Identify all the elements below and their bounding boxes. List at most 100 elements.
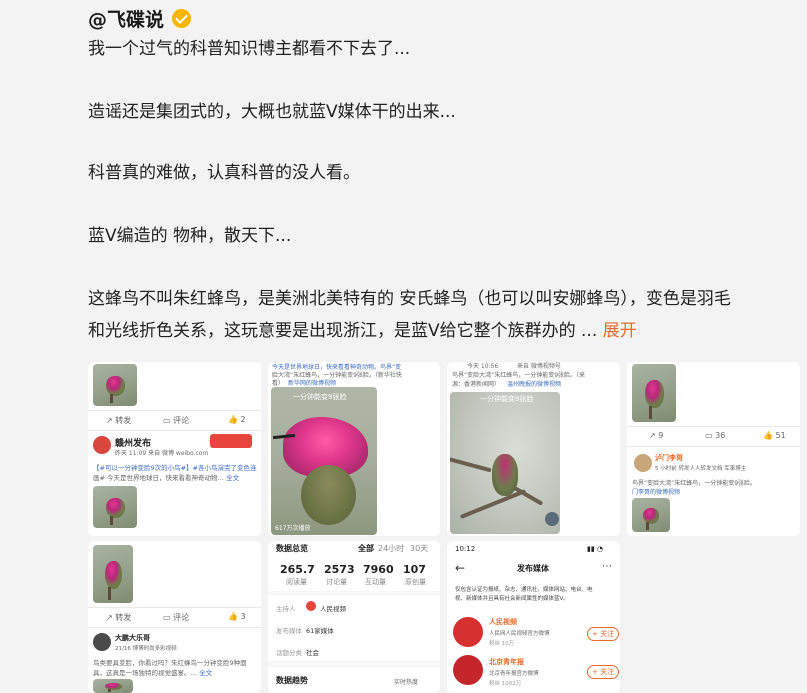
host-value[interactable]: 人民视频	[320, 603, 346, 613]
trend-right[interactable]: 实时热度	[394, 677, 418, 686]
tab-24h[interactable]: 24小时	[378, 543, 404, 554]
media-desc: 北京青年报官方微博	[489, 671, 539, 677]
status-icons: ▮▮ ◔	[587, 545, 604, 553]
category-label: 话题分类	[276, 649, 302, 657]
photo-overlay-text: 一分钟能变9张脸	[480, 395, 534, 403]
repost-count[interactable]: ↗ 9	[649, 431, 663, 440]
like-count[interactable]: 👍 51	[763, 431, 786, 440]
banner-image	[210, 434, 252, 448]
image-thumb-1[interactable]: ↗ 转发 ▭ 评论 👍 2 赣州发布 昨天 11:09 来自 微博 weibo.…	[88, 362, 261, 536]
post-meta: 21/16 博博时尚多彩视频	[115, 646, 177, 652]
comment-count[interactable]: ▭ 36	[705, 431, 725, 440]
author-name[interactable]: @飞碟说	[88, 5, 164, 32]
body-line: 和光线折色关系，这玩意要是出现浙江，是蓝V给它整个族群办的 ...	[88, 321, 598, 341]
back-arrow-icon[interactable]: ←	[455, 561, 465, 575]
body-line: 这蜂鸟不叫朱红蜂鸟，是美洲北美特有的 安氏蜂鸟（也可以叫安娜蜂鸟），变色是羽毛	[88, 289, 731, 309]
media-desc: 人民网人民视频官方微博	[489, 631, 550, 637]
hummingbird-photo[interactable]: 一分钟能变9张脸 617万次播放	[271, 387, 377, 535]
like-action[interactable]: 👍 3	[228, 612, 246, 621]
hummingbird-image	[93, 486, 137, 528]
post-headline: 鸟界“变脸大湾”朱红蜂鸟，一分钟能变9张脸。（来	[452, 372, 586, 379]
stat-label: 讨论量	[326, 578, 347, 586]
follow-button[interactable]: + 关注	[587, 665, 620, 679]
tab-all[interactable]: 全部	[358, 543, 374, 554]
hummingbird-image	[93, 545, 133, 603]
body-line: 蓝V编造的 物种，散天下...	[88, 226, 292, 246]
post-text: 鸟界“变脸大湾”朱红蜂鸟，一分钟能变9张脸。	[632, 480, 757, 487]
stat-value: 7960	[363, 563, 394, 576]
post-meta: 昨天 11:09 来自 微博 weibo.com	[115, 450, 209, 457]
stat-value: 265.7	[280, 563, 315, 576]
hummingbird-image	[93, 364, 137, 406]
hummingbird-image	[632, 498, 670, 532]
hummingbird-image	[93, 679, 133, 693]
divider	[88, 430, 261, 431]
publisher-label: 发布媒体	[276, 627, 302, 635]
repost-action[interactable]: ↗ 转发	[106, 415, 131, 426]
hummingbird-image	[632, 364, 676, 422]
play-count: 617万次播放	[275, 525, 311, 532]
media-name[interactable]: 北京青年报	[489, 657, 524, 667]
poster-name[interactable]: 泸门李哥	[655, 453, 683, 463]
stat-value: 2573	[324, 563, 355, 576]
expand-link[interactable]: 展开	[603, 321, 637, 341]
video-link[interactable]: 温州晚报的微博视频	[507, 379, 561, 388]
category-value: 社会	[306, 649, 319, 657]
divider	[627, 426, 800, 427]
media-stat: 粉丝 1002万	[489, 681, 522, 687]
divider	[88, 410, 261, 411]
publisher-value[interactable]: 61家媒体	[306, 625, 334, 635]
divider	[88, 627, 261, 628]
divider	[627, 446, 800, 447]
avatar[interactable]	[93, 436, 111, 454]
image-thumb-7[interactable]: 10:12 ▮▮ ◔ ← 发布媒体 ⋯ 仅包含认证为报纸、杂志、通讯社、媒体网站…	[447, 541, 620, 693]
image-thumb-6[interactable]: 数据总览 全部 24小时 30天 265.7 阅读量 2573 讨论量 7960…	[268, 541, 440, 693]
poster-name[interactable]: 大鹏大乐哥	[115, 633, 150, 643]
avatar[interactable]	[634, 454, 652, 472]
overview-title: 数据总览	[276, 544, 308, 553]
note-text: 视、新媒体并且具有社会新闻属性的媒体蓝V。	[455, 596, 569, 602]
body-line: 造谣还是集团式的，大概也就蓝V媒体干的出来...	[88, 102, 456, 122]
follow-button[interactable]: + 关注	[587, 627, 620, 641]
page-title: 发布媒体	[517, 564, 549, 573]
body-line: 我一个过气的科普知识博主都看不下去了...	[88, 39, 411, 59]
image-thumb-3[interactable]: 今天 10:56 来自 微博视频号 鸟界“变脸大湾”朱红蜂鸟，一分钟能变9张脸。…	[447, 362, 620, 536]
media-name[interactable]: 人民视频	[489, 617, 517, 627]
post-text: 画# 今天是世界地球日，快来看看神奇动物… 全文	[93, 474, 240, 482]
divider	[88, 607, 261, 608]
avatar	[306, 601, 316, 611]
video-link[interactable]: 新华网的微博视频	[288, 378, 336, 387]
video-link[interactable]: 门李哥的微博视频	[632, 487, 680, 496]
post-meta: 5 小时前 转发人人转发文档 军事博主	[655, 466, 747, 472]
stat-label: 阅读量	[286, 578, 307, 586]
photo-overlay-text: 一分钟能变9张脸	[293, 393, 347, 401]
status-clock: 10:12	[455, 545, 476, 553]
media-logo[interactable]	[453, 617, 483, 647]
post-headline: 源：香港新闻网）	[452, 381, 501, 388]
comment-action[interactable]: ▭ 评论	[163, 415, 189, 426]
note-text: 仅包含认证为报纸、杂志、通讯社、媒体网站、电台、电	[455, 587, 593, 593]
post-time: 今天 10:56	[467, 363, 499, 370]
body-line: 科普真的难做，认真科普的没人看。	[88, 163, 360, 183]
comment-action[interactable]: ▭ 评论	[163, 612, 189, 623]
like-action[interactable]: 👍 2	[228, 415, 246, 424]
stat-value: 107	[403, 563, 426, 576]
hummingbird-photo[interactable]: 一分钟能变9张脸	[450, 392, 560, 534]
verified-badge-icon	[172, 8, 192, 28]
post-text: 鸟类要具变脸，你看过吗？朱红蜂鸟一分钟变脸9种面	[93, 659, 247, 667]
trend-title: 数据趋势	[276, 676, 308, 685]
body-line-last: 和光线折色关系，这玩意要是出现浙江，是蓝V给它整个族群办的 ... 展开	[88, 318, 637, 345]
repost-action[interactable]: ↗ 转发	[106, 612, 131, 623]
post-author[interactable]: @飞碟说	[88, 4, 192, 32]
stat-label: 原创量	[405, 578, 426, 586]
tab-30d[interactable]: 30天	[410, 543, 428, 554]
media-stat: 粉丝 10万	[489, 641, 515, 647]
avatar[interactable]	[93, 633, 111, 651]
image-thumb-4[interactable]: ↗ 9 ▭ 36 👍 51 泸门李哥 5 小时前 转发人人转发文档 军事博主 鸟…	[627, 362, 800, 536]
media-logo[interactable]	[453, 655, 483, 685]
image-thumb-2[interactable]: 今天是世界地球日，快来看看神奇动物。鸟界“变 脸大湾”朱红蜂鸟，一分钟能变9张脸…	[268, 362, 440, 536]
host-label: 主持人	[276, 605, 296, 613]
post-text: 具，这真是一场独特的视觉盛宴。… 全文	[93, 669, 213, 677]
more-icon[interactable]: ⋯	[602, 561, 612, 572]
image-thumb-5[interactable]: ↗ 转发 ▭ 评论 👍 3 大鹏大乐哥 21/16 博博时尚多彩视频 鸟类要具变…	[88, 541, 261, 693]
